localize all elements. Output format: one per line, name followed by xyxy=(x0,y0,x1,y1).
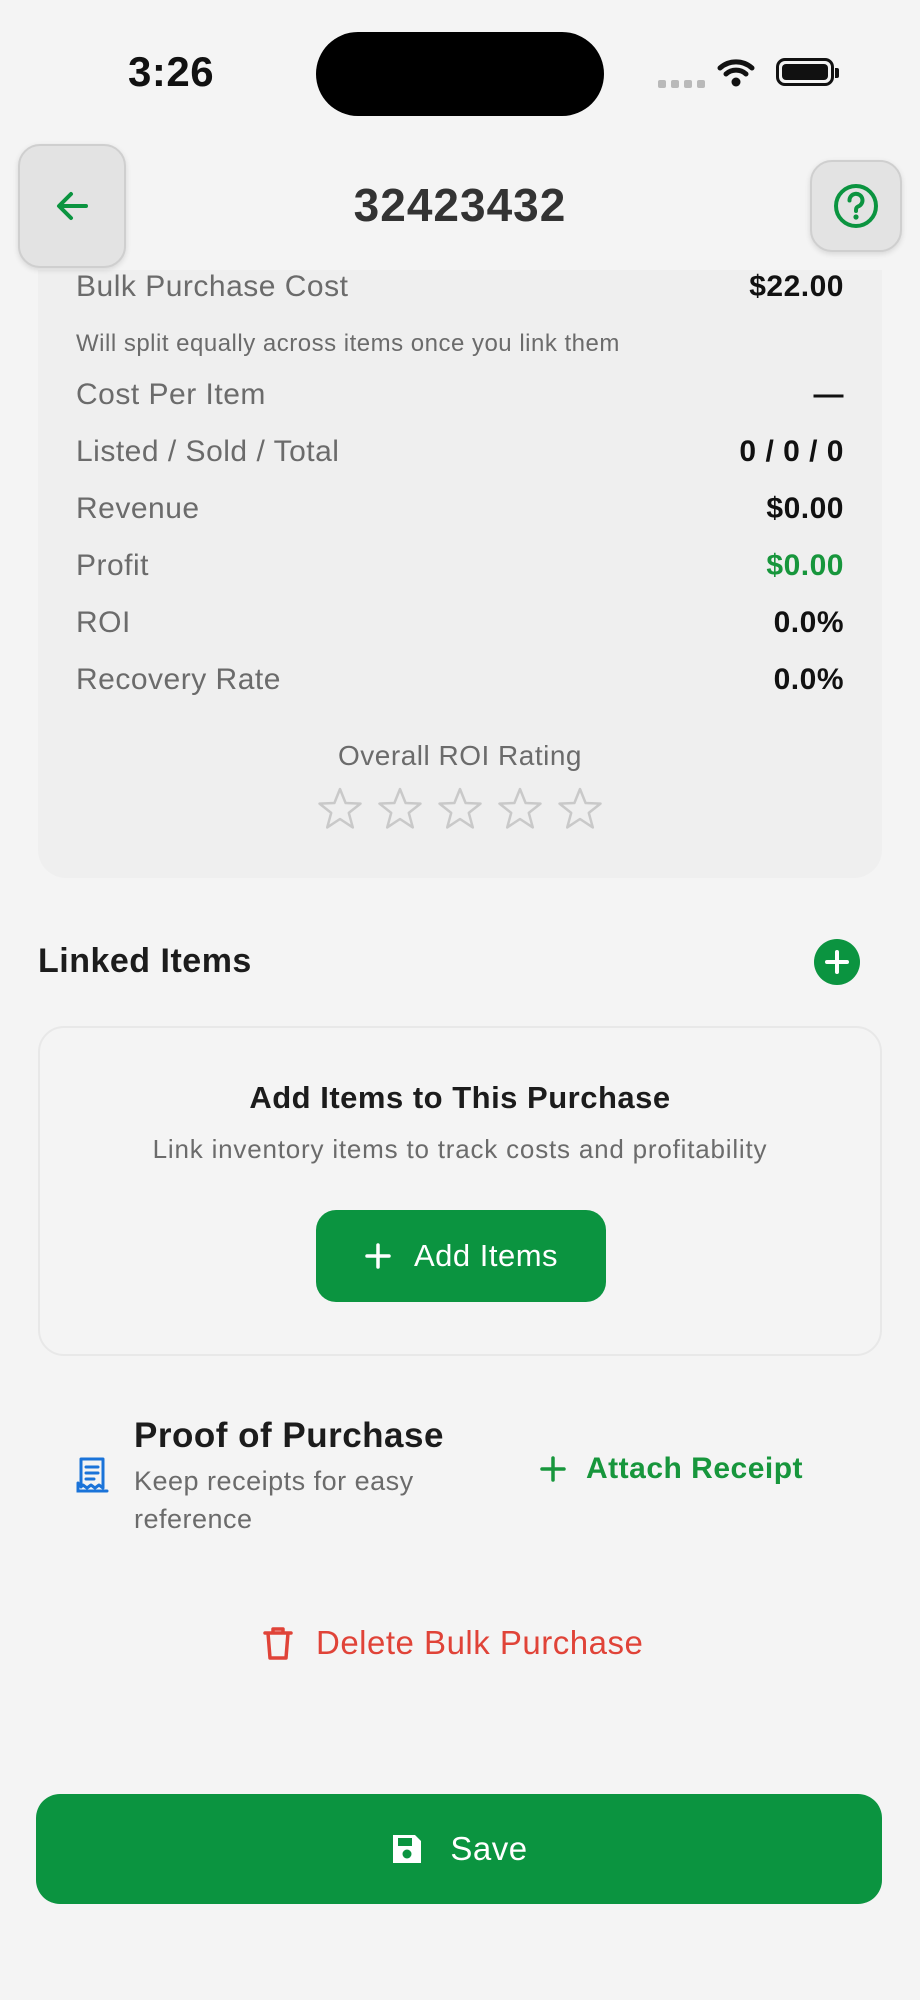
plus-icon xyxy=(365,1243,391,1269)
star-icon xyxy=(378,787,422,829)
stat-label: Listed / Sold / Total xyxy=(76,435,340,468)
save-label: Save xyxy=(450,1830,528,1867)
star-icon xyxy=(558,787,602,829)
add-linked-item-button[interactable] xyxy=(814,939,860,985)
delete-bulk-purchase-button[interactable]: Delete Bulk Purchase xyxy=(262,1624,643,1662)
proof-of-purchase-title: Proof of Purchase xyxy=(134,1416,444,1455)
nav-bar: 32423432 xyxy=(0,140,920,270)
stat-label: Recovery Rate xyxy=(76,663,281,696)
stat-label: Revenue xyxy=(76,492,200,525)
stat-value: $0.00 xyxy=(766,492,844,525)
plus-icon xyxy=(540,1456,566,1482)
receipt-icon xyxy=(76,1457,109,1493)
stat-value: 0 / 0 / 0 xyxy=(739,435,844,468)
stat-row-recovery-rate: Recovery Rate 0.0% xyxy=(76,663,844,697)
trash-icon xyxy=(263,1627,293,1660)
star-icon xyxy=(438,787,482,829)
linked-items-empty-state: Add Items to This Purchase Link inventor… xyxy=(38,1026,882,1356)
page-title: 32423432 xyxy=(353,179,567,231)
help-button[interactable] xyxy=(810,160,902,252)
empty-state-title: Add Items to This Purchase xyxy=(249,1080,671,1115)
status-time: 3:26 xyxy=(128,48,215,95)
save-button[interactable]: Save xyxy=(36,1794,882,1904)
attach-receipt-label: Attach Receipt xyxy=(586,1452,804,1485)
add-items-label: Add Items xyxy=(413,1238,559,1273)
stat-row-profit: Profit $0.00 xyxy=(76,549,844,583)
battery-icon xyxy=(776,58,839,86)
stat-value: $0.00 xyxy=(766,549,844,582)
star-icon xyxy=(498,787,542,829)
wifi-icon xyxy=(717,59,755,87)
status-bar: 3:26 xyxy=(0,0,920,140)
roi-rating-label: Overall ROI Rating xyxy=(338,740,582,771)
stat-value: $22.00 xyxy=(749,270,844,303)
stat-row-roi: ROI 0.0% xyxy=(76,606,844,640)
roi-rating-stars xyxy=(38,786,882,832)
stat-label: Cost Per Item xyxy=(76,378,266,411)
stat-value: — xyxy=(813,378,844,411)
dynamic-island xyxy=(316,32,604,116)
star-icon xyxy=(318,787,362,829)
proof-of-purchase-subtitle: Keep receipts for easy reference xyxy=(134,1466,414,1534)
stats-card: Bulk Purchase Cost $22.00 Will split equ… xyxy=(38,230,882,878)
plus-circle-icon xyxy=(825,950,849,974)
floppy-disk-icon xyxy=(393,1835,422,1863)
empty-state-subtitle: Link inventory items to track costs and … xyxy=(152,1134,768,1164)
stat-row-revenue: Revenue $0.00 xyxy=(76,492,844,526)
stat-label: Bulk Purchase Cost xyxy=(76,270,349,303)
question-circle-icon xyxy=(834,184,878,228)
attach-receipt-button[interactable]: Attach Receipt xyxy=(540,1452,803,1486)
stat-row-cost-per-item: Cost Per Item — xyxy=(76,378,844,412)
add-items-button[interactable]: Add Items xyxy=(316,1210,606,1302)
stat-label: ROI xyxy=(76,606,131,639)
split-note: Will split equally across items once you… xyxy=(76,330,620,357)
stat-value: 0.0% xyxy=(773,606,844,639)
stat-value: 0.0% xyxy=(773,663,844,696)
stat-label: Profit xyxy=(76,549,150,582)
cellular-signal-icon xyxy=(658,80,705,88)
delete-label: Delete Bulk Purchase xyxy=(316,1624,644,1661)
linked-items-title: Linked Items xyxy=(38,942,252,980)
stat-row-listed-sold-total: Listed / Sold / Total 0 / 0 / 0 xyxy=(76,435,844,469)
stat-row-bulk-cost: Bulk Purchase Cost $22.00 xyxy=(76,270,844,304)
